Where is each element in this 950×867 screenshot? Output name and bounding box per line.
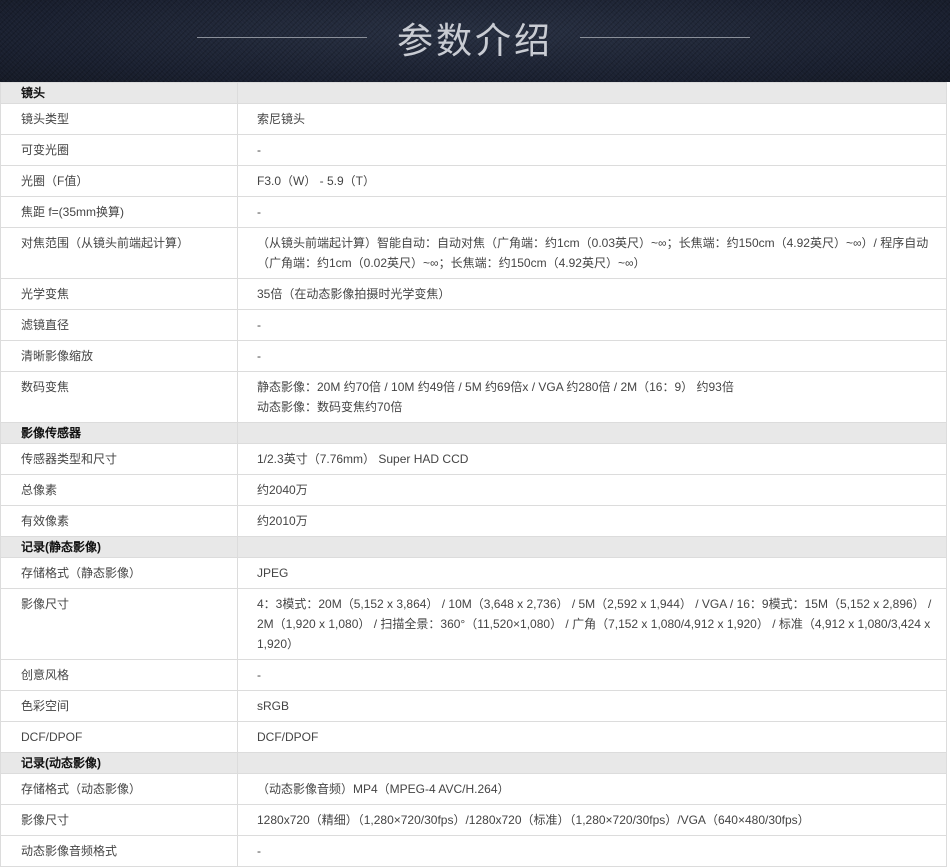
- spec-row: 创意风格 -: [0, 659, 947, 691]
- section-header: 影像传感器: [0, 422, 947, 444]
- spec-row: 清晰影像缩放 -: [0, 340, 947, 372]
- spec-row: 滤镜直径 -: [0, 309, 947, 341]
- spec-value: （动态影像音频）MP4（MPEG-4 AVC/H.264）: [237, 773, 947, 805]
- spec-value: 约2040万: [237, 474, 947, 506]
- spec-label: 清晰影像缩放: [0, 340, 238, 372]
- spec-label: 滤镜直径: [0, 309, 238, 341]
- spec-row: 光圈（F值） F3.0（W） - 5.9（T）: [0, 165, 947, 197]
- spec-label: 总像素: [0, 474, 238, 506]
- spec-row: 数码变焦 静态影像：20M 约70倍 / 10M 约49倍 / 5M 约69倍x…: [0, 371, 947, 423]
- spec-label: 焦距 f=(35mm换算): [0, 196, 238, 228]
- spec-row: 影像尺寸 1280x720（精细）（1,280×720/30fps）/1280x…: [0, 804, 947, 836]
- spec-label: 镜头类型: [0, 103, 238, 135]
- spec-label: 动态影像音频格式: [0, 835, 238, 867]
- spec-value-line: 动态影像：数码变焦约70倍: [257, 400, 403, 414]
- spec-row: 对焦范围（从镜头前端起计算） （从镜头前端起计算）智能自动：自动对焦（广角端：约…: [0, 227, 947, 279]
- spec-value-line: 静态影像：20M 约70倍 / 10M 约49倍 / 5M 约69倍x / VG…: [257, 380, 734, 394]
- spec-value: 4：3模式：20M（5,152 x 3,864） / 10M（3,648 x 2…: [237, 588, 947, 660]
- spec-label: 光学变焦: [0, 278, 238, 310]
- spec-row: 传感器类型和尺寸 1/2.3英寸（7.76mm） Super HAD CCD: [0, 443, 947, 475]
- spec-label: 色彩空间: [0, 690, 238, 722]
- spec-row: DCF/DPOF DCF/DPOF: [0, 721, 947, 753]
- spec-row: 焦距 f=(35mm换算) -: [0, 196, 947, 228]
- section-header: 记录(静态影像): [0, 536, 947, 558]
- spec-label: 可变光圈: [0, 134, 238, 166]
- spec-label: 光圈（F值）: [0, 165, 238, 197]
- spec-label: 影像尺寸: [0, 804, 238, 836]
- spec-label: 存储格式（动态影像）: [0, 773, 238, 805]
- spec-row: 总像素 约2040万: [0, 474, 947, 506]
- section-title: 记录(静态影像): [0, 536, 238, 558]
- spec-label: 存储格式（静态影像）: [0, 557, 238, 589]
- spec-label: 传感器类型和尺寸: [0, 443, 238, 475]
- spec-value: 索尼镜头: [237, 103, 947, 135]
- spec-value: -: [237, 835, 947, 867]
- title-divider-right: [580, 37, 750, 38]
- spec-value: -: [237, 196, 947, 228]
- spec-table: 镜头 镜头类型 索尼镜头 可变光圈 - 光圈（F值） F3.0（W） - 5.9…: [0, 82, 947, 867]
- spec-value-multiline: 静态影像：20M 约70倍 / 10M 约49倍 / 5M 约69倍x / VG…: [237, 371, 947, 423]
- spec-value: 约2010万: [237, 505, 947, 537]
- spec-label: 对焦范围（从镜头前端起计算）: [0, 227, 238, 279]
- spec-value: F3.0（W） - 5.9（T）: [237, 165, 947, 197]
- spec-value: -: [237, 134, 947, 166]
- spec-row: 色彩空间 sRGB: [0, 690, 947, 722]
- section-title: 记录(动态影像): [0, 752, 238, 774]
- spec-value: DCF/DPOF: [237, 721, 947, 753]
- spec-label: 影像尺寸: [0, 588, 238, 660]
- spec-row: 光学变焦 35倍（在动态影像拍摄时光学变焦）: [0, 278, 947, 310]
- spec-value: JPEG: [237, 557, 947, 589]
- section-title: 镜头: [0, 82, 238, 104]
- spec-row: 有效像素 约2010万: [0, 505, 947, 537]
- spec-value: -: [237, 309, 947, 341]
- spec-label: 有效像素: [0, 505, 238, 537]
- spec-value: -: [237, 659, 947, 691]
- spec-value: 1280x720（精细）（1,280×720/30fps）/1280x720（标…: [237, 804, 947, 836]
- spec-row: 存储格式（动态影像） （动态影像音频）MP4（MPEG-4 AVC/H.264）: [0, 773, 947, 805]
- spec-value: （从镜头前端起计算）智能自动：自动对焦（广角端：约1cm（0.03英尺）~∞；长…: [237, 227, 947, 279]
- spec-value: 1/2.3英寸（7.76mm） Super HAD CCD: [237, 443, 947, 475]
- spec-label: DCF/DPOF: [0, 721, 238, 753]
- section-title: 影像传感器: [0, 422, 238, 444]
- spec-row: 存储格式（静态影像） JPEG: [0, 557, 947, 589]
- spec-row: 可变光圈 -: [0, 134, 947, 166]
- spec-label: 创意风格: [0, 659, 238, 691]
- spec-value: 35倍（在动态影像拍摄时光学变焦）: [237, 278, 947, 310]
- spec-value: sRGB: [237, 690, 947, 722]
- section-header: 镜头: [0, 82, 947, 104]
- section-header: 记录(动态影像): [0, 752, 947, 774]
- spec-label: 数码变焦: [0, 371, 238, 423]
- spec-row: 镜头类型 索尼镜头: [0, 103, 947, 135]
- page-title: 参数介绍: [396, 21, 553, 62]
- spec-value: -: [237, 340, 947, 372]
- header-banner: 参数介绍: [0, 0, 950, 82]
- spec-row: 影像尺寸 4：3模式：20M（5,152 x 3,864） / 10M（3,64…: [0, 588, 947, 660]
- spec-row: 动态影像音频格式 -: [0, 835, 947, 867]
